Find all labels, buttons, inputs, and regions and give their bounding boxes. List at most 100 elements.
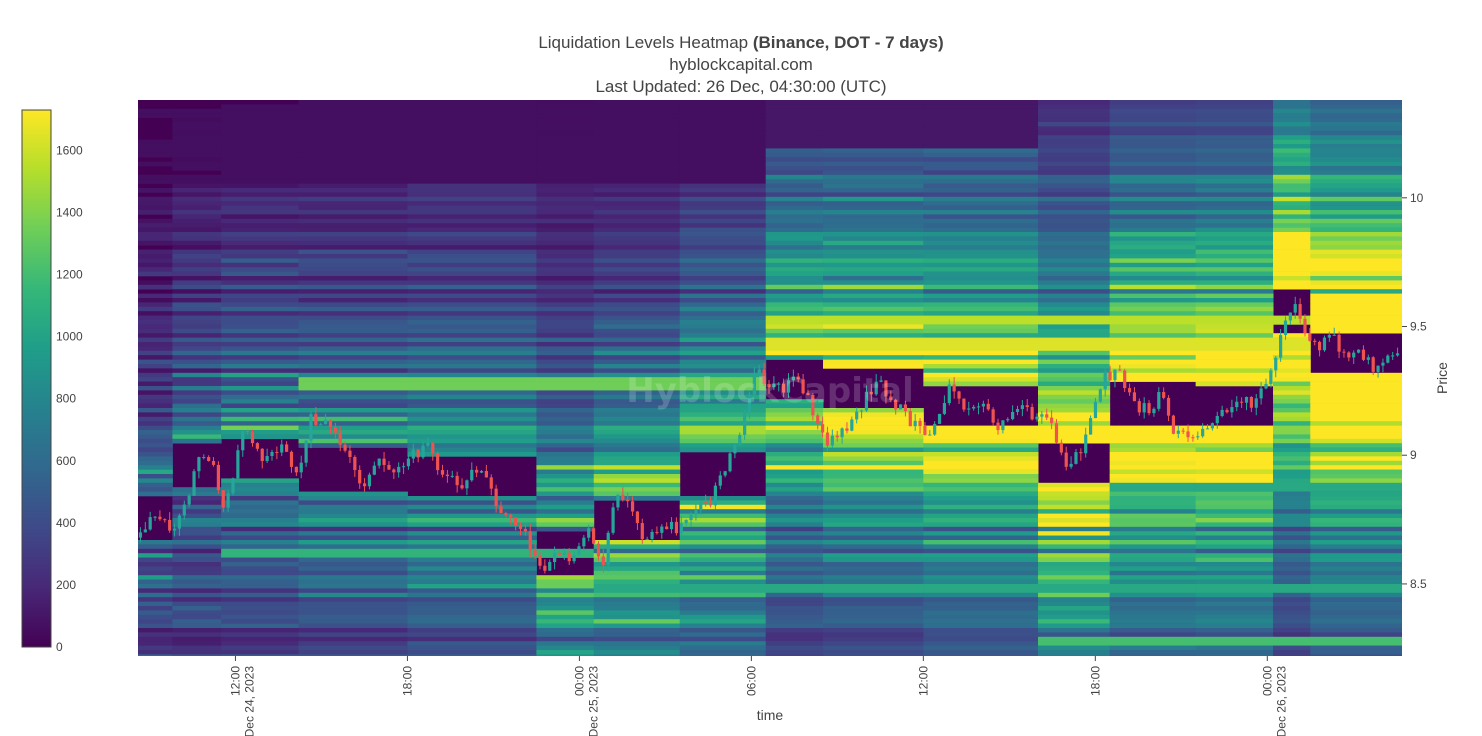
candle-body [1166, 397, 1171, 416]
heatmap-cell [138, 403, 173, 409]
heatmap-cell [1109, 500, 1197, 506]
heatmap-cell [1109, 518, 1197, 523]
heatmap-cell [1109, 650, 1197, 655]
heatmap-cell [536, 135, 595, 140]
heatmap-cell [172, 496, 222, 501]
heatmap-cell [536, 104, 595, 110]
heatmap-cell [679, 254, 767, 259]
heatmap-cell [172, 425, 222, 431]
heatmap-cell [1037, 324, 1111, 330]
heatmap-cell [221, 548, 300, 554]
heatmap-cell [1195, 267, 1274, 272]
heatmap-chart[interactable]: 02004006008001000120014001600 HyblockCap… [0, 0, 1482, 736]
heatmap-cell [221, 513, 300, 519]
heatmap-cell [172, 438, 222, 444]
candle-body [1059, 442, 1063, 453]
heatmap-cell [1195, 566, 1274, 572]
heatmap-cell [138, 306, 173, 312]
heatmap-cell [593, 254, 681, 259]
heatmap-cell [593, 628, 681, 633]
heatmap-cell [765, 447, 824, 453]
candle-body [947, 384, 951, 404]
heatmap-cell [138, 201, 173, 206]
heatmap-cell [1037, 240, 1111, 246]
heatmap-cell [138, 544, 173, 550]
candle-body [1264, 383, 1268, 389]
heatmap-cell [536, 412, 595, 418]
candle-body [942, 403, 947, 414]
heatmap-cell [298, 500, 408, 506]
heatmap-cell [823, 491, 924, 497]
heatmap-cell [1273, 623, 1311, 629]
heatmap-cell [536, 482, 595, 488]
heatmap-cell [679, 610, 767, 616]
heatmap-cell [172, 293, 222, 299]
heatmap-cell [298, 139, 408, 145]
heatmap-cell [593, 179, 681, 184]
heatmap-cell [138, 399, 173, 404]
heatmap-cell [593, 315, 681, 321]
heatmap-cell [1109, 236, 1197, 242]
heatmap-cell [1037, 232, 1111, 237]
heatmap-cell [407, 390, 537, 396]
heatmap-cell [923, 205, 1039, 211]
heatmap-cell [1109, 377, 1197, 382]
heatmap-cell [1310, 513, 1402, 519]
heatmap-cell [823, 271, 924, 277]
heatmap-cell [536, 240, 595, 246]
heatmap-cell [1273, 245, 1311, 250]
heatmap-cell [172, 623, 222, 629]
heatmap-cell [923, 557, 1039, 563]
heatmap-cell [407, 328, 537, 334]
candle-body [1220, 409, 1224, 416]
heatmap-cell [765, 108, 824, 114]
heatmap-cell [923, 504, 1039, 510]
heatmap-cell [1037, 359, 1111, 365]
heatmap-cell [298, 174, 408, 180]
heatmap-cell [536, 592, 595, 598]
heatmap-cell [679, 324, 767, 330]
heatmap-cell [679, 258, 767, 264]
heatmap-cell [679, 636, 767, 642]
heatmap-cell [172, 500, 222, 506]
heatmap-cell [407, 566, 537, 572]
heatmap-cell [1310, 179, 1402, 184]
candle-body [1142, 403, 1146, 413]
heatmap-cell [679, 315, 767, 321]
heatmap-cell [1037, 117, 1111, 123]
heatmap-cell [593, 584, 681, 589]
heatmap-cell [536, 399, 595, 404]
candle-body [1093, 401, 1098, 419]
heatmap-cell [221, 223, 300, 228]
heatmap-cell [765, 597, 824, 602]
heatmap-cell [823, 522, 924, 528]
heatmap-cell [172, 240, 222, 246]
heatmap-cell [923, 518, 1039, 523]
heatmap-cell [923, 654, 1039, 656]
candle-body [494, 488, 498, 507]
heatmap-cell [1195, 306, 1274, 312]
heatmap-cell [172, 579, 222, 585]
heatmap-cell [1109, 179, 1197, 184]
heatmap-cell [138, 623, 173, 629]
heatmap-cell [765, 443, 824, 448]
heatmap-cell [679, 601, 767, 607]
heatmap-cell [1037, 553, 1111, 558]
heatmap-cell [823, 504, 924, 510]
heatmap-cell [536, 522, 595, 528]
heatmap-cell [536, 447, 595, 453]
heatmap-cell [1037, 504, 1111, 510]
candle-body [557, 552, 562, 555]
heatmap-cell [1109, 610, 1197, 616]
heatmap-cell [923, 183, 1039, 189]
heatmap-cell [1037, 100, 1111, 105]
heatmap-cell [138, 350, 173, 356]
heatmap-cell [923, 438, 1039, 444]
heatmap-cell [1037, 130, 1111, 136]
candle-body [1313, 340, 1317, 342]
heatmap-cell [923, 232, 1039, 237]
heatmap-cell [407, 135, 537, 140]
heatmap-cell [298, 628, 408, 633]
heatmap-cell [1273, 232, 1311, 237]
heatmap-cell [536, 130, 595, 136]
